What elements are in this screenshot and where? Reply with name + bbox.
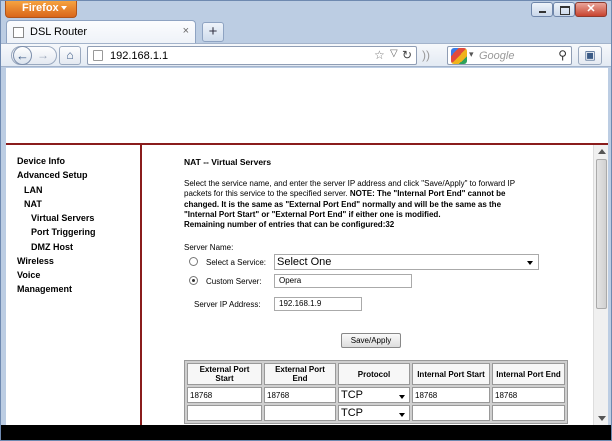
page-icon [93, 50, 103, 61]
save-apply-button[interactable]: Save/Apply [341, 333, 401, 348]
virtual-servers-panel: NAT -- Virtual Servers Select the servic… [144, 145, 592, 425]
table-row: TCP [187, 405, 565, 421]
search-engine-dropdown-icon[interactable]: ▾ [469, 49, 474, 60]
firefox-menu-button[interactable]: Firefox [5, 1, 77, 18]
google-icon[interactable] [451, 48, 467, 64]
internal-port-start-input[interactable]: 18768 [412, 387, 490, 403]
custom-server-radio[interactable] [189, 276, 198, 285]
url-text: 192.168.1.1 [110, 50, 169, 62]
chevron-down-icon [399, 413, 405, 417]
description-line-2-plain: packets for this service to the specifie… [184, 189, 350, 198]
page-content: Device Info Advanced Setup LAN NAT Virtu… [6, 68, 608, 425]
description-line-1: Select the service name, and enter the s… [184, 179, 516, 188]
star-icon[interactable]: ☆ [374, 48, 385, 62]
title-bar: Firefox ✕ [1, 1, 611, 19]
protocol-select-value: TCP [341, 407, 363, 419]
search-placeholder: Google [479, 50, 515, 62]
external-port-start-input[interactable] [187, 405, 262, 421]
protocol-select[interactable]: TCP [338, 405, 410, 421]
rss-icon[interactable]: )) [422, 48, 430, 62]
search-icon[interactable]: ⚲ [558, 48, 567, 62]
custom-server-input[interactable]: Opera [274, 274, 412, 288]
remaining-entries: Remaining number of entries that can be … [184, 220, 395, 229]
tab-dsl-router[interactable]: DSL Router × [6, 20, 196, 44]
search-box[interactable]: ▾ Google ⚲ [447, 46, 572, 65]
minimize-button[interactable] [531, 2, 553, 17]
internal-port-end-input[interactable] [492, 405, 565, 421]
sidebar-item-voice[interactable]: Voice [17, 270, 40, 280]
back-forward-group: ← → [11, 46, 57, 65]
internal-port-end-input[interactable]: 18768 [492, 387, 565, 403]
external-port-start-input[interactable]: 18768 [187, 387, 262, 403]
url-bar[interactable]: 192.168.1.1 ☆ ▽ ↻ [87, 46, 417, 65]
select-service-radio[interactable] [189, 257, 198, 266]
page-icon [13, 27, 24, 38]
navigation-toolbar: ← → ⌂ 192.168.1.1 ☆ ▽ ↻ )) ▾ Google ⚲ ▣ [1, 43, 611, 67]
url-dropdown-icon[interactable]: ▽ [390, 48, 398, 59]
router-banner [6, 68, 608, 143]
server-ip-label: Server IP Address: [194, 300, 261, 309]
description-line-4: "Internal Port Start" or "External Port … [184, 210, 441, 219]
chevron-down-icon [61, 6, 67, 10]
server-name-label: Server Name: [184, 243, 234, 252]
sidebar-item-port-triggering[interactable]: Port Triggering [31, 227, 96, 237]
maximize-button[interactable] [553, 2, 575, 17]
chevron-down-icon [527, 261, 533, 265]
sidebar-item-management[interactable]: Management [17, 284, 72, 294]
tab-close-icon[interactable]: × [183, 25, 189, 37]
col-internal-port-end: Internal Port End [492, 363, 565, 385]
sidebar-item-nat[interactable]: NAT [24, 199, 42, 209]
sidebar-item-device-info[interactable]: Device Info [17, 156, 65, 166]
close-window-button[interactable]: ✕ [575, 2, 607, 17]
status-bar [1, 425, 611, 440]
tab-bar: DSL Router × + [1, 19, 611, 44]
sidebar-item-dmz-host[interactable]: DMZ Host [31, 242, 73, 252]
home-icon[interactable]: ⌂ [59, 46, 81, 65]
sidebar-item-virtual-servers[interactable]: Virtual Servers [31, 213, 94, 223]
firefox-menu-label: Firefox [22, 2, 59, 14]
custom-server-label: Custom Server: [206, 277, 262, 286]
description-line-3: changed. It is the same as "External Por… [184, 200, 502, 209]
browser-window: Firefox ✕ DSL Router × + ← → ⌂ 192.168.1… [0, 0, 612, 441]
protocol-select-value: TCP [341, 389, 363, 401]
chevron-down-icon [399, 395, 405, 399]
scrollbar-thumb[interactable] [596, 159, 607, 309]
reload-icon[interactable]: ↻ [402, 48, 412, 62]
table-header-row: External Port Start External Port End Pr… [187, 363, 565, 385]
forward-icon[interactable]: → [37, 47, 49, 64]
bookmarks-icon[interactable]: ▣ [578, 46, 602, 65]
col-external-port-start: External Port Start [187, 363, 262, 385]
external-port-end-input[interactable]: 18768 [264, 387, 336, 403]
service-select[interactable]: Select One [274, 254, 539, 270]
sidebar-item-lan[interactable]: LAN [24, 185, 43, 195]
vertical-scrollbar[interactable] [593, 145, 608, 425]
scroll-up-icon[interactable] [598, 149, 606, 154]
tab-title: DSL Router [30, 26, 88, 38]
external-port-end-input[interactable] [264, 405, 336, 421]
page-title: NAT -- Virtual Servers [184, 157, 272, 167]
col-protocol: Protocol [338, 363, 410, 385]
server-ip-input[interactable]: 192.168.1.9 [274, 297, 362, 311]
internal-port-start-input[interactable] [412, 405, 490, 421]
new-tab-button[interactable]: + [202, 22, 224, 42]
protocol-select[interactable]: TCP [338, 387, 410, 403]
table-row: 18768 18768 TCP 18768 18768 [187, 387, 565, 403]
col-external-port-end: External Port End [264, 363, 336, 385]
sidebar-item-advanced-setup[interactable]: Advanced Setup [17, 170, 88, 180]
close-icon: ✕ [586, 3, 596, 15]
scroll-down-icon[interactable] [598, 416, 606, 421]
back-icon[interactable]: ← [13, 46, 32, 65]
router-sidebar: Device Info Advanced Setup LAN NAT Virtu… [6, 145, 142, 425]
description-note: NOTE: The "Internal Port End" cannot be [349, 189, 506, 198]
sidebar-item-wireless[interactable]: Wireless [17, 256, 54, 266]
col-internal-port-start: Internal Port Start [412, 363, 490, 385]
port-forwarding-table: External Port Start External Port End Pr… [184, 360, 568, 424]
service-select-value: Select One [277, 256, 332, 268]
select-service-label: Select a Service: [206, 258, 267, 267]
description-line-2: packets for this service to the specifie… [184, 189, 505, 198]
